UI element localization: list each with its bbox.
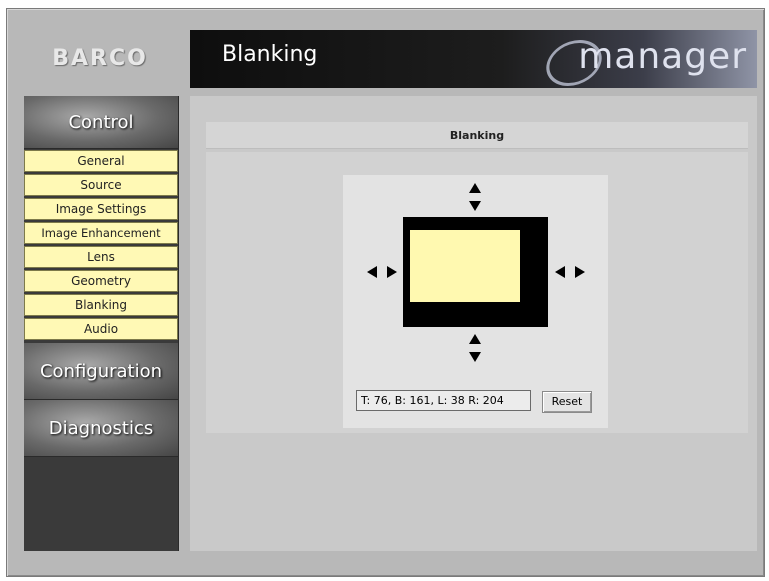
- sidebar-section-diagnostics[interactable]: Diagnostics: [24, 400, 178, 457]
- brand-word: manager: [578, 36, 747, 77]
- sidebar-section-label: Control: [68, 111, 134, 133]
- reset-button[interactable]: Reset: [542, 391, 592, 413]
- blanking-editor: Reset: [343, 175, 608, 428]
- menu-item-image-settings[interactable]: Image Settings: [24, 198, 178, 220]
- blanking-frame: [403, 217, 548, 327]
- barco-logo: BARCO: [20, 30, 180, 86]
- bottom-blanking-arrow-icon[interactable]: [468, 334, 482, 362]
- blanking-values-field[interactable]: [356, 390, 531, 411]
- sidebar-section-control[interactable]: Control: [24, 96, 178, 149]
- top-blanking-arrow-icon[interactable]: [468, 183, 482, 211]
- logo-text: BARCO: [52, 45, 148, 71]
- menu-item-lens[interactable]: Lens: [24, 246, 178, 268]
- page-title: Blanking: [222, 42, 318, 67]
- sidebar-section-label: Diagnostics: [48, 417, 154, 439]
- menu-item-source[interactable]: Source: [24, 174, 178, 196]
- main-content: Blanking Reset: [190, 96, 757, 551]
- menu-item-image-enhancement[interactable]: Image Enhancement: [24, 222, 178, 244]
- menu-item-geometry[interactable]: Geometry: [24, 270, 178, 292]
- sidebar-section-label: Configuration: [39, 360, 163, 382]
- sidebar: Control General Source Image Settings Im…: [24, 96, 179, 551]
- header-bar: Blanking manager: [190, 30, 757, 88]
- sidebar-section-configuration[interactable]: Configuration: [24, 343, 178, 400]
- panel-title: Blanking: [206, 122, 748, 149]
- imanager-brand: manager: [527, 34, 747, 86]
- visible-image-area: [410, 230, 520, 302]
- control-menu: General Source Image Settings Image Enha…: [24, 149, 178, 343]
- right-blanking-arrow-icon[interactable]: [555, 265, 585, 279]
- menu-item-general[interactable]: General: [24, 150, 178, 172]
- menu-item-blanking[interactable]: Blanking: [24, 294, 178, 316]
- left-blanking-arrow-icon[interactable]: [367, 265, 397, 279]
- menu-item-audio[interactable]: Audio: [24, 318, 178, 340]
